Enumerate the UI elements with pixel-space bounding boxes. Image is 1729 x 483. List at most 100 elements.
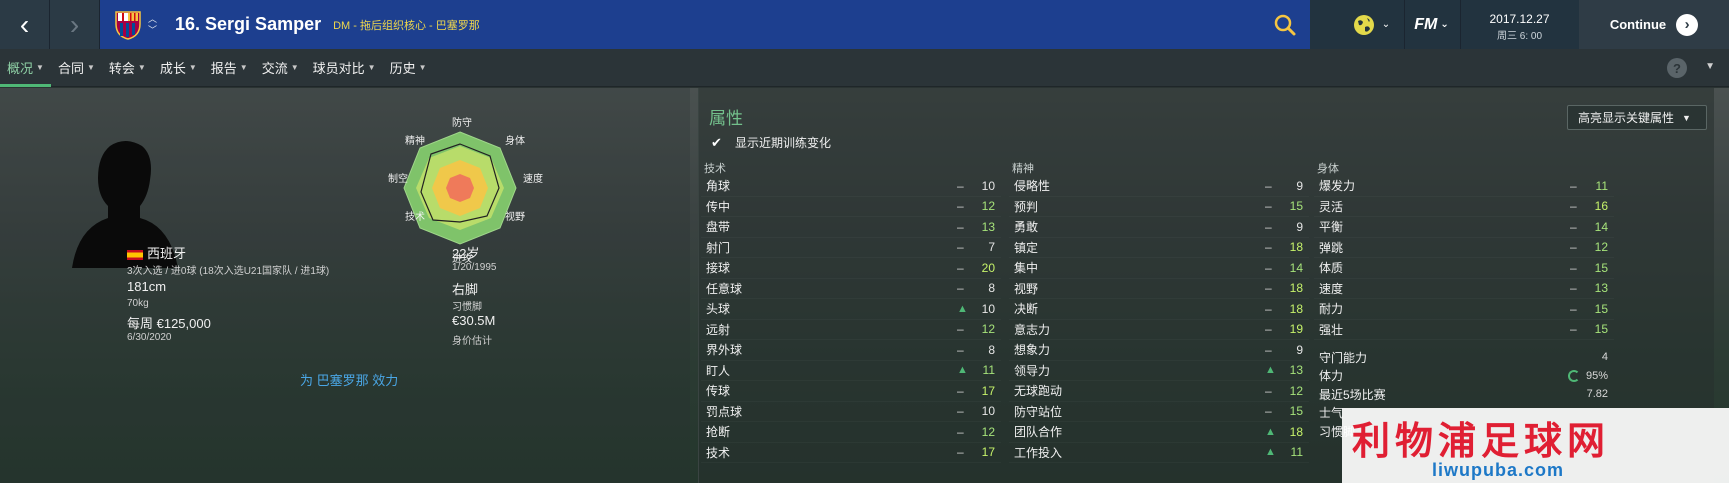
show-training-changes-toggle[interactable]: ✔ 显示近期训练变化 xyxy=(711,134,831,151)
attribute-row[interactable]: 头球 ▲ 10 xyxy=(701,299,1001,320)
attribute-row[interactable]: 灵活 – 16 xyxy=(1314,197,1614,218)
attribute-row[interactable]: 防守站位 – 15 xyxy=(1009,402,1309,423)
attribute-name: 体质 xyxy=(1319,261,1344,276)
date-of-birth: 1/20/1995 xyxy=(452,262,497,273)
forward-button[interactable]: › xyxy=(50,0,100,49)
attribute-row[interactable]: 角球 – 10 xyxy=(701,176,1001,197)
technical-column: 技术 角球 – 10 传中 – 12 盘带 – 13 射门 – 7 接球 – 20 任意球 – 8 头球 ▲ 10 远射 –… xyxy=(701,160,1001,463)
chevron-down-icon[interactable]: ▼ xyxy=(1705,61,1715,72)
attribute-row[interactable]: 工作投入 ▲ 11 xyxy=(1009,443,1309,464)
tab-contract[interactable]: 合同 ▼ xyxy=(51,49,102,87)
back-button[interactable]: ‹ xyxy=(0,0,50,49)
attribute-row[interactable]: 传球 – 17 xyxy=(701,381,1001,402)
attribute-row[interactable]: 视野 – 18 xyxy=(1009,279,1309,300)
attribute-row[interactable]: 罚点球 – 10 xyxy=(701,402,1001,423)
status-value: 95% xyxy=(1567,370,1608,382)
tab-label: 球员对比 xyxy=(312,61,365,76)
tab-reports[interactable]: 报告 ▼ xyxy=(204,49,255,87)
attribute-row[interactable]: 速度 – 13 xyxy=(1314,279,1614,300)
world-button[interactable]: ⌄ xyxy=(1339,0,1403,49)
chevron-down-icon: ⌄ xyxy=(1440,19,1449,30)
attribute-row[interactable]: 集中 – 14 xyxy=(1009,258,1309,279)
trend-flat-icon: – xyxy=(1265,301,1272,316)
status-row[interactable]: 体力 95% xyxy=(1314,367,1614,386)
market-value-label: 身价估计 xyxy=(452,336,492,347)
attribute-row[interactable]: 传中 – 12 xyxy=(701,197,1001,218)
status-row[interactable]: 最近5场比赛 7.82 xyxy=(1314,385,1614,404)
attribute-row[interactable]: 决断 – 18 xyxy=(1009,299,1309,320)
attribute-row[interactable]: 想象力 – 9 xyxy=(1009,340,1309,361)
chevron-down-icon[interactable]: ﹀ xyxy=(148,25,157,36)
attribute-name: 强壮 xyxy=(1319,322,1344,337)
attribute-row[interactable]: 任意球 – 8 xyxy=(701,279,1001,300)
attribute-name: 耐力 xyxy=(1319,302,1344,317)
attribute-row[interactable]: 团队合作 ▲ 18 xyxy=(1009,422,1309,443)
attribute-row[interactable]: 平衡 – 14 xyxy=(1314,217,1614,238)
tab-interaction[interactable]: 交流 ▼ xyxy=(255,49,306,87)
attribute-row[interactable]: 耐力 – 15 xyxy=(1314,299,1614,320)
trend-flat-icon: – xyxy=(957,199,964,214)
attribute-name: 头球 xyxy=(706,302,731,317)
attribute-row[interactable]: 预判 – 15 xyxy=(1009,197,1309,218)
attribute-row[interactable]: 强壮 – 15 xyxy=(1314,320,1614,341)
trend-flat-icon: – xyxy=(1570,260,1577,275)
attribute-name: 接球 xyxy=(706,261,731,276)
highlight-key-attributes-dropdown[interactable]: 高亮显示关键属性 ▼ xyxy=(1567,105,1707,130)
checkbox-label: 显示近期训练变化 xyxy=(735,136,832,150)
club-link[interactable]: 为 巴塞罗那 效力 xyxy=(300,370,398,389)
attribute-row[interactable]: 盘带 – 13 xyxy=(701,217,1001,238)
attribute-name: 平衡 xyxy=(1319,220,1344,235)
attribute-row[interactable]: 侵略性 – 9 xyxy=(1009,176,1309,197)
attribute-row[interactable]: 远射 – 12 xyxy=(701,320,1001,341)
status-row[interactable]: 守门能力 4 xyxy=(1314,348,1614,367)
attribute-name: 弹跳 xyxy=(1319,240,1344,255)
tab-overview[interactable]: 概况 ▼ xyxy=(0,49,51,87)
attribute-value: 15 xyxy=(1594,301,1608,316)
attribute-value: 20 xyxy=(981,260,995,275)
dropdown-label: 高亮显示关键属性 xyxy=(1578,111,1675,125)
attribute-row[interactable]: 盯人 ▲ 11 xyxy=(701,361,1001,382)
attribute-row[interactable]: 无球跑动 – 12 xyxy=(1009,381,1309,402)
trend-flat-icon: – xyxy=(1570,240,1577,255)
chevron-up-icon[interactable]: ︿ xyxy=(148,14,157,25)
attribute-row[interactable]: 镇定 – 18 xyxy=(1009,238,1309,259)
trend-flat-icon: – xyxy=(1570,219,1577,234)
tab-history[interactable]: 历史 ▼ xyxy=(383,49,434,87)
trend-flat-icon: – xyxy=(957,404,964,419)
continue-button[interactable]: Continue › xyxy=(1579,0,1729,49)
tab-bar: 概况 ▼ 合同 ▼ 转会 ▼ 成长 ▼ 报告 ▼ 交流 ▼ 球员对比 ▼ 历史 ▼ ? ▼ xyxy=(0,49,1729,87)
attribute-row[interactable]: 意志力 – 19 xyxy=(1009,320,1309,341)
attribute-row[interactable]: 接球 – 20 xyxy=(701,258,1001,279)
attribute-row[interactable]: 弹跳 – 12 xyxy=(1314,238,1614,259)
attribute-value: 12 xyxy=(981,322,995,337)
attribute-row[interactable]: 体质 – 15 xyxy=(1314,258,1614,279)
search-icon[interactable] xyxy=(1272,12,1298,38)
club-crest-icon[interactable] xyxy=(114,10,142,40)
attribute-row[interactable]: 勇敢 – 9 xyxy=(1009,217,1309,238)
attribute-value: 15 xyxy=(1594,260,1608,275)
checkmark-icon[interactable]: ✔ xyxy=(711,135,725,150)
chevron-down-icon: ▼ xyxy=(418,63,427,72)
radar-label-aerial: 制空 xyxy=(388,174,408,185)
tab-transfer[interactable]: 转会 ▼ xyxy=(102,49,153,87)
trend-flat-icon: – xyxy=(957,424,964,439)
attribute-row[interactable]: 领导力 ▲ 13 xyxy=(1009,361,1309,382)
radar-label-mental: 精神 xyxy=(405,136,425,147)
tab-development[interactable]: 成长 ▼ xyxy=(153,49,204,87)
attribute-value: 9 xyxy=(1296,219,1303,234)
fm-menu-button[interactable]: FM ⌄ xyxy=(1404,0,1458,49)
player-switch-arrows[interactable]: ︿ ﹀ xyxy=(148,14,157,36)
help-icon[interactable]: ? xyxy=(1667,58,1687,78)
trend-flat-icon: – xyxy=(1570,322,1577,337)
attribute-row[interactable]: 技术 – 17 xyxy=(701,443,1001,464)
attribute-row[interactable]: 爆发力 – 11 xyxy=(1314,176,1614,197)
player-name[interactable]: 16. Sergi Samper xyxy=(175,14,321,35)
attribute-row[interactable]: 射门 – 7 xyxy=(701,238,1001,259)
attribute-value: 14 xyxy=(1289,260,1303,275)
tab-comparison[interactable]: 球员对比 ▼ xyxy=(306,49,383,87)
attribute-row[interactable]: 抢断 – 12 xyxy=(701,422,1001,443)
trend-flat-icon: – xyxy=(957,342,964,357)
attribute-value: 8 xyxy=(988,281,995,296)
nationality-text: 西班牙 xyxy=(147,246,187,261)
attribute-row[interactable]: 界外球 – 8 xyxy=(701,340,1001,361)
